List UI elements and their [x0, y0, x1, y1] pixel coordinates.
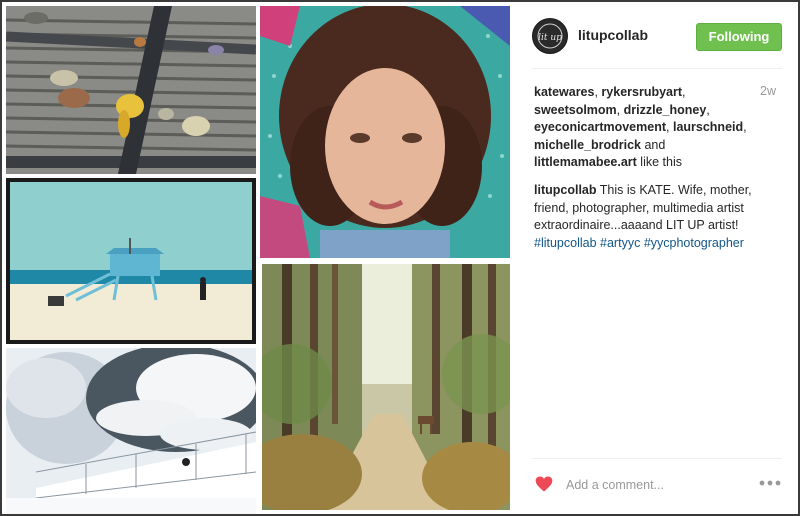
more-options-icon[interactable] [758, 474, 782, 492]
liker-littlemamabee.art[interactable]: littlemamabee.art [534, 155, 637, 169]
liker-sweetsolmom[interactable]: sweetsolmom [534, 103, 617, 117]
header-divider [532, 68, 782, 69]
username-link[interactable]: litupcollab [578, 27, 648, 43]
liker-eyeconicartmovement[interactable]: eyeconicartmovement [534, 120, 666, 134]
comment-divider [532, 458, 782, 459]
post-window: lit up litupcollab Following katewares, … [2, 2, 798, 514]
photo-tile-butterflies [6, 6, 256, 174]
following-button[interactable]: Following [696, 23, 782, 51]
hashtag-link[interactable]: #artyyc [600, 236, 640, 250]
liker-katewares[interactable]: katewares [534, 85, 594, 99]
liker-rykersrubyart[interactable]: rykersrubyart [601, 85, 682, 99]
liker-drizzle_honey[interactable]: drizzle_honey [624, 103, 707, 117]
photo-tile-forest [262, 264, 510, 510]
comment-input[interactable] [564, 474, 748, 496]
svg-text:lit up: lit up [538, 33, 562, 43]
photo-tile-snow [6, 348, 256, 514]
photo-tile-beach [6, 178, 256, 344]
post-header: lit up litupcollab Following [532, 18, 782, 54]
likes-summary: katewares, rykersrubyart, sweetsolmom, d… [534, 85, 747, 169]
post-photo[interactable] [2, 2, 516, 514]
hashtag-link[interactable]: #yycphotographer [644, 236, 744, 250]
post-caption: litupcollab This is KATE. Wife, mother, … [534, 182, 784, 252]
avatar[interactable]: lit up [532, 18, 568, 54]
hashtag-link[interactable]: #litupcollab [534, 236, 597, 250]
liker-laurschneid[interactable]: laurschneid [673, 120, 743, 134]
caption-author[interactable]: litupcollab [534, 183, 597, 197]
liker-michelle_brodrick[interactable]: michelle_brodrick [534, 138, 641, 152]
heart-icon[interactable] [534, 474, 554, 494]
comment-bar [532, 470, 784, 498]
post-sidebar: lit up litupcollab Following katewares, … [516, 2, 798, 514]
caption-hashtags: #litupcollab #artyyc #yycphotographer [534, 236, 744, 250]
post-age[interactable]: 2w [760, 84, 776, 98]
photo-tile-portrait [260, 6, 510, 258]
